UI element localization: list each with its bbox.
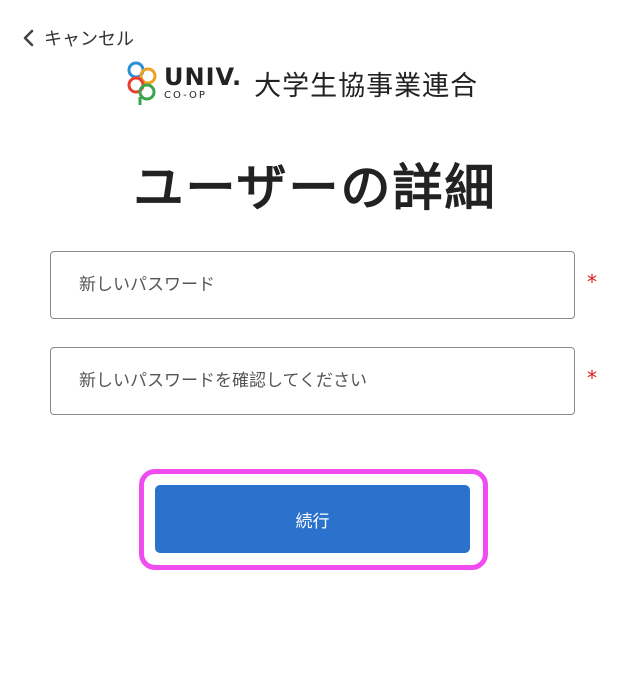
cancel-label: キャンセル	[44, 29, 134, 50]
confirm-password-input[interactable]	[51, 348, 574, 414]
new-password-input[interactable]	[51, 252, 574, 318]
org-name: 大学生協事業連合	[254, 70, 479, 102]
chevron-left-icon	[23, 29, 34, 47]
required-marker: *	[587, 366, 597, 390]
coop-text: CO-OP	[164, 90, 207, 101]
confirm-password-field-box	[50, 347, 575, 415]
univ-coop-wordmark: UNIV. CO-OP	[164, 65, 242, 101]
page-title: ユーザーの詳細	[133, 159, 497, 217]
required-marker: *	[587, 270, 597, 294]
cancel-link[interactable]: キャンセル	[18, 24, 134, 52]
continue-button[interactable]: 続行	[155, 485, 470, 553]
brand-logo: UNIV. CO-OP 大学生協事業連合	[126, 60, 478, 106]
coop-logo-icon	[127, 61, 157, 105]
new-password-field-box	[50, 251, 575, 319]
univ-text: UNIV.	[164, 63, 243, 91]
